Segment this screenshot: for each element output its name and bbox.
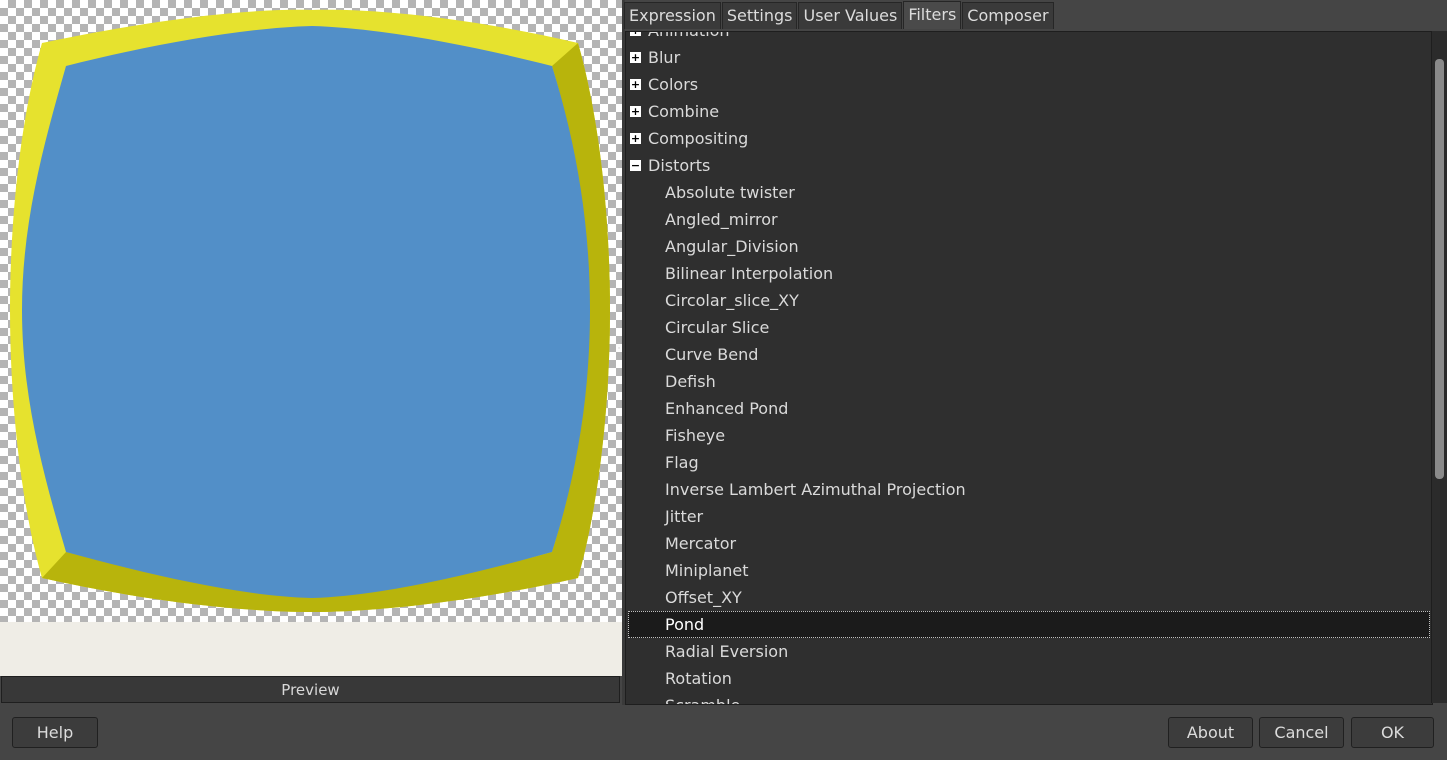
tree-item[interactable]: Jitter — [626, 503, 1432, 530]
tree-item[interactable]: Bilinear Interpolation — [626, 260, 1432, 287]
tree-item-label: Fisheye — [665, 426, 726, 445]
cancel-button[interactable]: Cancel — [1259, 717, 1344, 748]
tree-item-label: Scramble — [665, 692, 740, 704]
filter-tree[interactable]: + Animation + Blur + Colors + Combine + … — [625, 31, 1433, 705]
tree-item-label: Miniplanet — [665, 561, 749, 580]
tree-item[interactable]: Angled_mirror — [626, 206, 1432, 233]
collapse-minus-icon[interactable]: − — [630, 160, 641, 171]
tree-category-combine[interactable]: + Combine — [626, 98, 1432, 125]
shape-fill — [22, 26, 590, 598]
tree-item-label: Circular Slice — [665, 318, 770, 337]
tree-item-label: Rotation — [665, 669, 732, 688]
tree-category-colors[interactable]: + Colors — [626, 71, 1432, 98]
tree-item-label: Circolar_slice_XY — [665, 291, 799, 310]
tab-expression[interactable]: Expression — [624, 2, 721, 29]
tree-item-label: Curve Bend — [665, 345, 759, 364]
ok-button[interactable]: OK — [1351, 717, 1434, 748]
tree-item-label: Jitter — [665, 507, 704, 526]
tree-item[interactable]: Miniplanet — [626, 557, 1432, 584]
tab-user-values[interactable]: User Values — [798, 2, 903, 29]
tree-item[interactable]: Fisheye — [626, 422, 1432, 449]
expand-plus-icon[interactable]: + — [630, 32, 641, 36]
preview-label[interactable]: Preview — [1, 676, 620, 703]
tab-filters[interactable]: Filters — [903, 1, 962, 29]
tree-item[interactable]: Radial Eversion — [626, 638, 1432, 665]
tree-item[interactable]: Flag — [626, 449, 1432, 476]
tree-item[interactable]: Enhanced Pond — [626, 395, 1432, 422]
tab-composer[interactable]: Composer — [962, 2, 1054, 29]
tree-item-label: Angular_Division — [665, 237, 799, 256]
tree-item-label: Angled_mirror — [665, 210, 778, 229]
tree-category-label: Blur — [648, 48, 681, 67]
tree-category-label: Compositing — [648, 129, 749, 148]
tree-item-label: Enhanced Pond — [665, 399, 789, 418]
tree-category-label: Colors — [648, 75, 699, 94]
tree-item-label: Pond — [665, 615, 705, 634]
tree-item-label: Defish — [665, 372, 716, 391]
tree-category-distorts[interactable]: − Distorts — [626, 152, 1432, 179]
tree-item[interactable]: Circolar_slice_XY — [626, 287, 1432, 314]
tree-category-label: Animation — [648, 32, 730, 44]
expand-plus-icon[interactable]: + — [630, 79, 641, 90]
tree-category-compositing[interactable]: + Compositing — [626, 125, 1432, 152]
tree-category-label: Distorts — [648, 156, 711, 175]
help-button[interactable]: Help — [12, 717, 98, 748]
tree-category-blur[interactable]: + Blur — [626, 44, 1432, 71]
tree-category-animation[interactable]: + Animation — [626, 32, 1432, 44]
preview-background — [0, 622, 622, 676]
tree-item[interactable]: Rotation — [626, 665, 1432, 692]
tree-item[interactable]: Absolute twister — [626, 179, 1432, 206]
tree-item-selected[interactable]: Pond — [628, 611, 1430, 638]
tree-item[interactable]: Offset_XY — [626, 584, 1432, 611]
about-button[interactable]: About — [1168, 717, 1253, 748]
tree-item[interactable]: Angular_Division — [626, 233, 1432, 260]
tab-settings[interactable]: Settings — [721, 2, 798, 29]
tab-bar: Expression Settings User Values Filters … — [624, 1, 1055, 30]
preview-canvas — [0, 0, 622, 622]
tree-item-label: Radial Eversion — [665, 642, 789, 661]
tree-item-label: Offset_XY — [665, 588, 742, 607]
splitter-handle-icon[interactable]: · · · — [616, 340, 622, 359]
tree-item[interactable]: Defish — [626, 368, 1432, 395]
tree-item[interactable]: Curve Bend — [626, 341, 1432, 368]
tree-item-label: Mercator — [665, 534, 737, 553]
tree-item[interactable]: Mercator — [626, 530, 1432, 557]
expand-plus-icon[interactable]: + — [630, 106, 641, 117]
preview-image — [10, 9, 610, 613]
expand-plus-icon[interactable]: + — [630, 133, 641, 144]
tree-item-label: Inverse Lambert Azimuthal Projection — [665, 480, 966, 499]
scrollbar-thumb[interactable] — [1435, 59, 1444, 479]
tree-scrollbar[interactable] — [1431, 31, 1447, 703]
tree-item[interactable]: Inverse Lambert Azimuthal Projection — [626, 476, 1432, 503]
tree-item-label: Absolute twister — [665, 183, 795, 202]
tree-item-label: Bilinear Interpolation — [665, 264, 834, 283]
tree-category-label: Combine — [648, 102, 720, 121]
filter-tree-list: + Animation + Blur + Colors + Combine + … — [626, 32, 1432, 704]
tree-item[interactable]: Circular Slice — [626, 314, 1432, 341]
tree-item-label: Flag — [665, 453, 699, 472]
tree-item[interactable]: Scramble — [626, 692, 1432, 704]
expand-plus-icon[interactable]: + — [630, 52, 641, 63]
